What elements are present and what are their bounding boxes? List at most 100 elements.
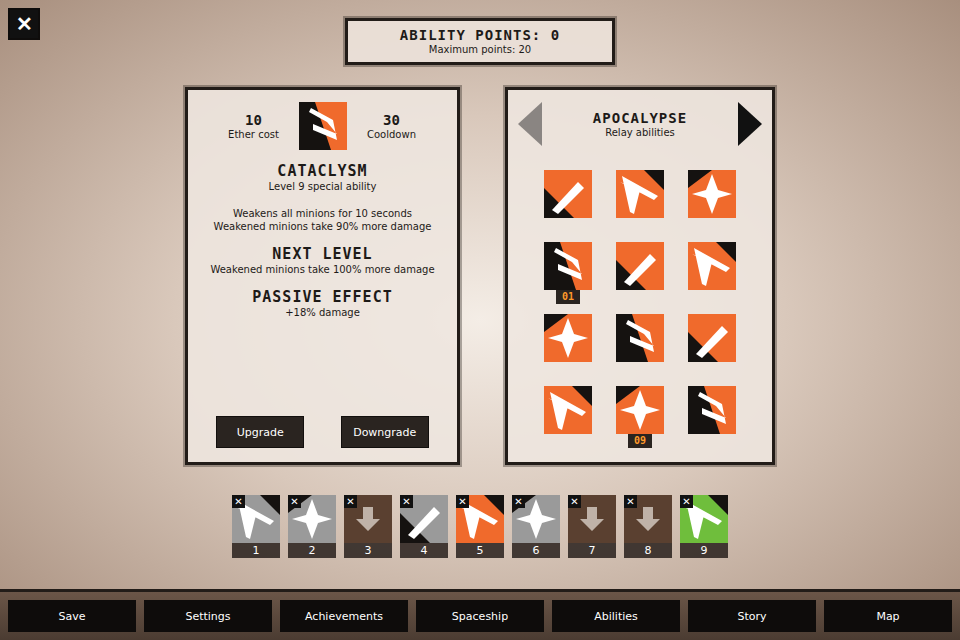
remove-slot-button[interactable]: ✕ bbox=[568, 495, 581, 508]
slot-number: 3 bbox=[344, 543, 392, 558]
ability-icon bbox=[688, 242, 736, 290]
ability-icon bbox=[544, 314, 592, 362]
nav-button[interactable]: Map bbox=[824, 600, 952, 632]
level-button[interactable]: Downgrade bbox=[341, 416, 429, 448]
nav-button[interactable]: Settings bbox=[144, 600, 272, 632]
remove-slot-button[interactable]: ✕ bbox=[512, 495, 525, 508]
ability-icon bbox=[688, 314, 736, 362]
slot-number: 8 bbox=[624, 543, 672, 558]
nav-button[interactable]: Story bbox=[688, 600, 816, 632]
ability-level-badge: 01 bbox=[556, 290, 580, 304]
level-button[interactable]: Upgrade bbox=[216, 416, 304, 448]
ability-cell[interactable]: 01 bbox=[544, 242, 592, 290]
nav-button[interactable]: Spaceship bbox=[416, 600, 544, 632]
nav-button[interactable]: Achievements bbox=[280, 600, 408, 632]
next-level-text: Weakened minions take 100% more damage bbox=[210, 263, 434, 276]
ability-slot: ✕9 bbox=[680, 495, 728, 558]
ability-cell[interactable] bbox=[688, 170, 736, 218]
ability-grid: 01 09 bbox=[544, 170, 736, 434]
button-row: Upgrade Downgrade bbox=[198, 416, 447, 448]
nav-button[interactable]: Abilities bbox=[552, 600, 680, 632]
ability-points-header: ABILITY POINTS: 0Maximum points: 20 bbox=[345, 18, 615, 65]
slot-number: 2 bbox=[288, 543, 336, 558]
ability-level-badge: 09 bbox=[628, 434, 652, 448]
previous-category-button[interactable] bbox=[518, 102, 542, 146]
slot-number: 9 bbox=[680, 543, 728, 558]
remove-slot-button[interactable]: ✕ bbox=[232, 495, 245, 508]
ability-slot: ✕3 bbox=[344, 495, 392, 558]
top-row: ✕ ABILITY POINTS: 0Maximum points: 20 bbox=[0, 0, 960, 65]
ability-slot: ✕1 bbox=[232, 495, 280, 558]
category-name: APOCALYPSE bbox=[593, 110, 687, 126]
remove-slot-button[interactable]: ✕ bbox=[456, 495, 469, 508]
remove-slot-button[interactable]: ✕ bbox=[344, 495, 357, 508]
nav-button[interactable]: Save bbox=[8, 600, 136, 632]
slot-icon-box[interactable]: ✕ bbox=[624, 495, 672, 543]
slot-icon-box[interactable]: ✕ bbox=[232, 495, 280, 543]
slot-icon-box[interactable]: ✕ bbox=[680, 495, 728, 543]
ability-cell[interactable] bbox=[688, 242, 736, 290]
remove-slot-button[interactable]: ✕ bbox=[400, 495, 413, 508]
remove-slot-button[interactable]: ✕ bbox=[624, 495, 637, 508]
cost-row: 10Ether cost 30Cooldown bbox=[223, 102, 423, 150]
ability-icon bbox=[616, 170, 664, 218]
description-line: Weakened minions take 90% more damage bbox=[214, 220, 432, 233]
ability-icon bbox=[616, 242, 664, 290]
ability-level: Level 9 special ability bbox=[269, 180, 377, 193]
ability-icon bbox=[544, 170, 592, 218]
next-level-title: NEXT LEVEL bbox=[272, 245, 372, 263]
slot-number: 6 bbox=[512, 543, 560, 558]
ability-slot: ✕2 bbox=[288, 495, 336, 558]
ether-cost-label: Ether cost bbox=[228, 128, 279, 141]
ability-detail-panel: 10Ether cost 30Cooldown CATACLYSMLevel 9 s… bbox=[185, 87, 460, 465]
slot-icon-box[interactable]: ✕ bbox=[512, 495, 560, 543]
next-category-button[interactable] bbox=[738, 102, 762, 146]
slot-icon-box[interactable]: ✕ bbox=[288, 495, 336, 543]
abilities-screen: ✕ ABILITY POINTS: 0Maximum points: 20 10Et… bbox=[0, 0, 960, 640]
slot-number: 4 bbox=[400, 543, 448, 558]
arrow-right-icon bbox=[738, 102, 762, 146]
remove-slot-button[interactable]: ✕ bbox=[680, 495, 693, 508]
cooldown-label: Cooldown bbox=[367, 128, 416, 141]
description-line: Weakens all minions for 10 seconds bbox=[214, 207, 432, 220]
ability-icon bbox=[544, 242, 592, 290]
ability-cell[interactable] bbox=[616, 170, 664, 218]
arrow-left-icon bbox=[518, 102, 542, 146]
cooldown-value: 30 bbox=[383, 112, 400, 128]
slot-number: 1 bbox=[232, 543, 280, 558]
ability-slot: ✕4 bbox=[400, 495, 448, 558]
ability-name: CATACLYSM bbox=[277, 162, 367, 180]
slot-number: 5 bbox=[456, 543, 504, 558]
ability-cell[interactable] bbox=[616, 242, 664, 290]
ability-icon bbox=[616, 314, 664, 362]
close-button[interactable]: ✕ bbox=[8, 8, 40, 40]
remove-slot-button[interactable]: ✕ bbox=[288, 495, 301, 508]
panel-row: 10Ether cost 30Cooldown CATACLYSMLevel 9 s… bbox=[185, 87, 775, 465]
ability-points-title: ABILITY POINTS: 0 bbox=[356, 27, 604, 43]
slot-icon-box[interactable]: ✕ bbox=[456, 495, 504, 543]
ability-cell[interactable] bbox=[616, 314, 664, 362]
ability-slot-bar: ✕1✕2✕3✕4✕5✕6✕7✕8✕9 bbox=[232, 495, 728, 558]
nav-bar: SaveSettingsAchievementsSpaceshipAbiliti… bbox=[0, 589, 960, 640]
slot-icon-box[interactable]: ✕ bbox=[344, 495, 392, 543]
ability-list-panel: APOCALYPSERelay abilities 01 09 bbox=[505, 87, 775, 465]
ability-slot: ✕8 bbox=[624, 495, 672, 558]
ability-cell[interactable] bbox=[544, 386, 592, 434]
ability-icon bbox=[616, 386, 664, 434]
ability-icon bbox=[688, 170, 736, 218]
ability-cell[interactable] bbox=[544, 170, 592, 218]
ether-cost: 10Ether cost bbox=[223, 112, 285, 141]
slot-number: 7 bbox=[568, 543, 616, 558]
slot-icon-box[interactable]: ✕ bbox=[568, 495, 616, 543]
maximum-points: Maximum points: 20 bbox=[356, 43, 604, 56]
ability-cell[interactable] bbox=[544, 314, 592, 362]
passive-effect-text: +18% damage bbox=[285, 306, 360, 319]
ability-cell[interactable]: 09 bbox=[616, 386, 664, 434]
slot-icon-box[interactable]: ✕ bbox=[400, 495, 448, 543]
ability-icon bbox=[688, 386, 736, 434]
ability-cell[interactable] bbox=[688, 386, 736, 434]
ether-cost-value: 10 bbox=[245, 112, 262, 128]
cataclysm-icon bbox=[299, 102, 347, 150]
category-header: APOCALYPSERelay abilities bbox=[518, 102, 762, 146]
ability-cell[interactable] bbox=[688, 314, 736, 362]
